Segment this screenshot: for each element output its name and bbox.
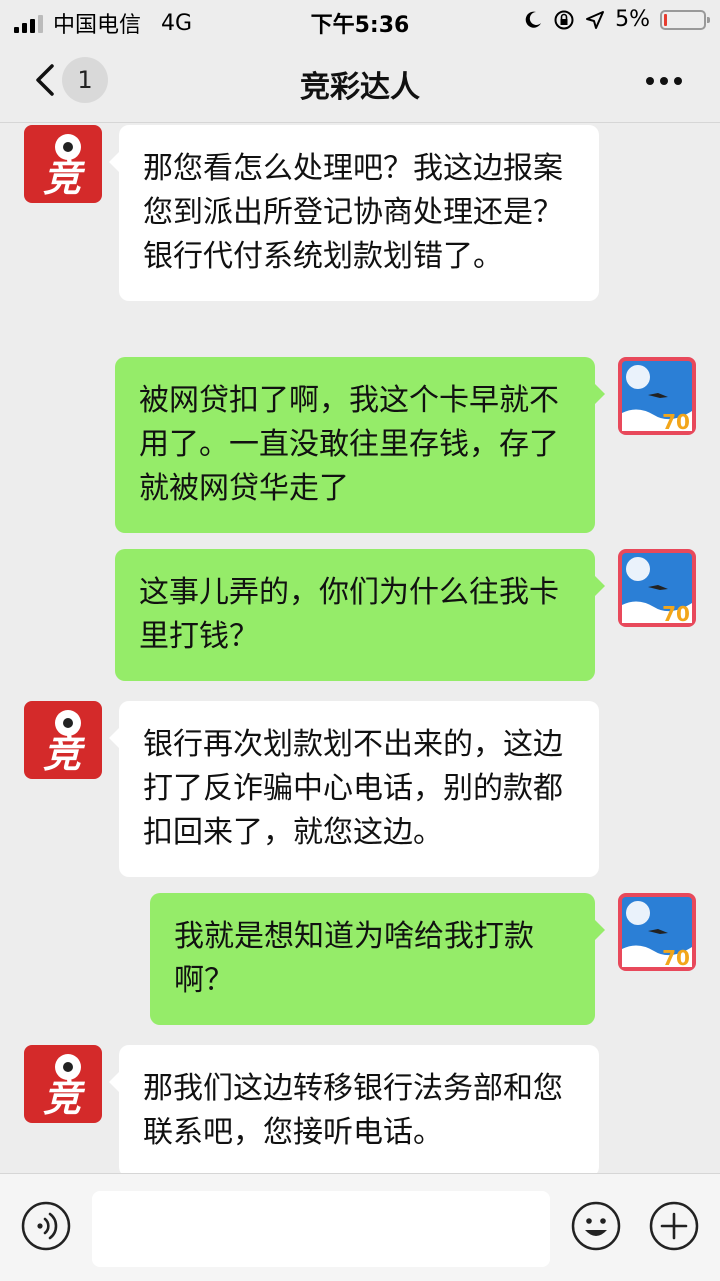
chat-messages[interactable]: 竞 那您看怎么处理吧？我这边报案您到派出所登记协商处理还是？银行代付系统划款划错…	[0, 123, 720, 1173]
contact-avatar-text: 竞	[43, 1076, 86, 1120]
user-avatar-image: 70	[618, 549, 696, 627]
contact-avatar-text: 竞	[43, 732, 86, 776]
contact-avatar-text: 竞	[43, 156, 86, 200]
moon-icon	[525, 11, 542, 28]
contact-logo-icon: 竞	[24, 701, 102, 779]
contact-avatar[interactable]: 竞	[24, 1045, 102, 1123]
contact-logo-icon: 竞	[24, 1045, 102, 1123]
voice-input-icon[interactable]	[20, 1200, 72, 1252]
status-right: 5%	[523, 7, 710, 32]
message-text: 银行再次划款划不出来的，这边打了反诈骗中心电话，别的款都扣回来了，就您这边。	[109, 701, 599, 877]
message-text: 那您看怎么处理吧？我这边报案您到派出所登记协商处理还是？银行代付系统划款划错了。	[109, 125, 599, 301]
input-bar	[0, 1173, 720, 1281]
contact-avatar[interactable]: 竞	[24, 701, 102, 779]
contact-avatar[interactable]: 竞	[24, 125, 102, 203]
status-bar: 中国电信 4G 下午5:36 5%	[0, 0, 720, 40]
rotation-lock-icon	[554, 10, 574, 29]
user-avatar-image: 70	[618, 893, 696, 971]
plus-icon[interactable]	[648, 1200, 700, 1252]
emoji-icon[interactable]	[570, 1200, 622, 1252]
user-avatar[interactable]: 70	[618, 357, 696, 435]
user-avatar-text: 70	[662, 946, 690, 970]
message-text: 我就是想知道为啥给我打款啊？	[150, 893, 605, 1025]
more-dots-icon[interactable]	[646, 66, 686, 96]
user-avatar[interactable]: 70	[618, 549, 696, 627]
chat-title: 竞彩达人	[300, 70, 420, 105]
message-text: 被网贷扣了啊，我这个卡早就不用了。一直没敢往里存钱，存了就被网贷华走了	[115, 357, 605, 533]
user-avatar-text: 70	[662, 602, 690, 626]
user-avatar-text: 70	[662, 410, 690, 434]
nav-bar: 1 竞彩达人	[0, 40, 720, 123]
user-avatar-image: 70	[618, 357, 696, 435]
user-avatar[interactable]: 70	[618, 893, 696, 971]
message-text: 那我们这边转移银行法务部和您联系吧，您接听电话。	[109, 1045, 599, 1173]
message-text: 这事儿弄的，你们为什么往我卡里打钱？	[115, 549, 605, 681]
contact-logo-icon: 竞	[24, 125, 102, 203]
message-input[interactable]	[92, 1191, 550, 1267]
battery-percent: 5%	[615, 7, 650, 32]
location-icon	[586, 10, 605, 29]
battery-icon	[660, 9, 710, 30]
